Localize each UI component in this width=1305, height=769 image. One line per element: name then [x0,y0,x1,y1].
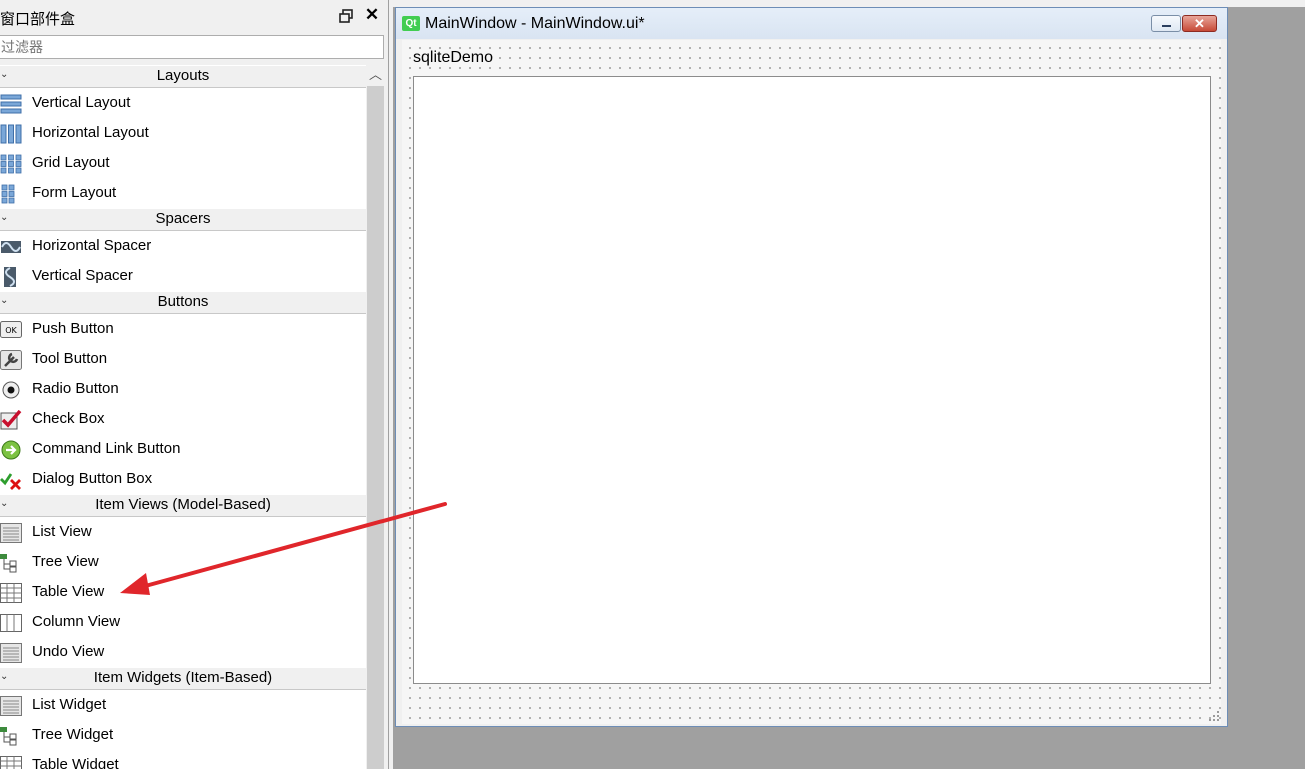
widget-box-titlebar: 窗口部件盒 ✕ [0,6,388,29]
widget-item-label: Radio Button [32,380,119,397]
widget-item[interactable]: Tool Button [0,344,366,374]
widget-item-label: Grid Layout [32,154,110,171]
widget-item[interactable]: Horizontal Spacer [0,231,366,261]
widget-item-label: Tool Button [32,350,108,367]
widget-item-label: Vertical Spacer [32,267,133,284]
menu-item-sqlitedemo[interactable]: sqliteDemo [413,49,496,67]
widget-box-panel: 窗口部件盒 ✕ ⌄ Layouts Vertical Layout Horizonta… [0,0,388,769]
command-link-icon [0,440,22,460]
widget-item[interactable]: Radio Button [0,374,366,404]
widget-box-title: 窗口部件盒 [0,11,76,28]
float-panel-icon[interactable] [339,9,353,23]
scrollbar-thumb[interactable] [367,86,384,769]
tool-button-icon [0,350,22,370]
column-view-icon [0,613,22,633]
widget-item[interactable]: Command Link Button [0,434,366,464]
widget-item[interactable]: Undo View [0,637,366,667]
widget-item[interactable]: OK Push Button [0,314,366,344]
svg-text:OK: OK [5,326,17,335]
widget-item-label: Tree View [32,553,99,570]
category-header[interactable]: ⌄ Buttons [0,291,366,314]
widget-item[interactable]: Check Box [0,404,366,434]
horizontal-layout-icon [0,124,22,144]
widget-item[interactable]: Table View [0,577,366,607]
scroll-up-icon[interactable]: ︿ [366,65,385,85]
horizontal-spacer-icon [0,237,22,257]
undo-view-icon [0,643,22,663]
widget-item-label: Vertical Layout [32,94,131,111]
size-grip-icon[interactable] [1208,710,1220,722]
widget-item[interactable]: Form Layout [0,178,366,208]
list-widget-icon [0,696,22,716]
vertical-layout-icon [0,94,22,114]
minimize-icon [1162,25,1171,27]
qt-logo-icon: Qt [402,16,420,31]
form-canvas[interactable]: sqliteDemo [402,40,1221,724]
check-box-icon [0,409,22,430]
chevron-down-icon: ⌄ [0,295,9,306]
chevron-down-icon: ⌄ [0,69,9,80]
widget-item-label: Table View [32,583,105,600]
widget-item-label: Dialog Button Box [32,470,153,487]
widget-item[interactable]: Column View [0,607,366,637]
widget-item[interactable]: Dialog Button Box [0,464,366,494]
category-label: Layouts [156,67,210,84]
widget-item-label: Command Link Button [32,440,181,457]
widget-item-label: List Widget [32,696,107,713]
vertical-spacer-icon [0,267,22,287]
grid-layout-icon [0,154,22,174]
category-label: Spacers [155,210,211,227]
push-button-icon: OK [0,320,22,340]
category-header[interactable]: ⌄ Spacers [0,208,366,231]
category-header[interactable]: ⌄ Item Widgets (Item-Based) [0,667,366,690]
dialog-button-box-icon [0,470,22,490]
widget-item-label: Horizontal Spacer [32,237,152,254]
mdi-top-strip [393,0,1305,7]
category-header[interactable]: ⌄ Item Views (Model-Based) [0,494,366,517]
widget-item-label: List View [32,523,92,540]
minimize-button[interactable] [1151,15,1181,32]
widget-list: ⌄ Layouts Vertical Layout Horizontal Layout… [0,65,366,769]
widget-item-label: Form Layout [32,184,117,201]
category-label: Buttons [157,293,209,310]
category-label: Item Views (Model-Based) [95,496,271,513]
chevron-down-icon: ⌄ [0,498,9,509]
category-header[interactable]: ⌄ Layouts [0,65,366,88]
widget-item[interactable]: Grid Layout [0,148,366,178]
widget-item[interactable]: Tree Widget [0,720,366,750]
central-widget[interactable] [413,76,1211,684]
form-window: Qt MainWindow - MainWindow.ui* ✕ sqliteD… [395,7,1228,727]
widget-item[interactable]: Tree View [0,547,366,577]
tree-widget-icon [0,726,22,746]
chevron-down-icon: ⌄ [0,671,9,682]
close-icon[interactable]: ✕ [364,6,380,23]
widget-item[interactable]: Table Widget [0,750,366,769]
widget-item-label: Check Box [32,410,105,427]
tree-view-icon [0,553,22,573]
category-label: Item Widgets (Item-Based) [93,669,273,686]
widget-item[interactable]: Vertical Layout [0,88,366,118]
widget-item-label: Horizontal Layout [32,124,149,141]
form-window-title: MainWindow - MainWindow.ui* [425,15,645,32]
table-widget-icon [0,756,22,769]
widget-item-label: Table Widget [32,756,119,769]
widget-item[interactable]: List Widget [0,690,366,720]
list-view-icon [0,523,22,543]
form-layout-icon [0,184,22,204]
widget-list-scrollbar[interactable]: ︿ [366,65,385,769]
radio-button-icon [0,380,22,400]
widget-item-label: Push Button [32,320,114,337]
close-window-button[interactable]: ✕ [1182,15,1217,32]
chevron-down-icon: ⌄ [0,212,9,223]
form-window-titlebar[interactable]: Qt MainWindow - MainWindow.ui* ✕ [396,8,1227,39]
filter-input[interactable] [0,35,384,59]
widget-item[interactable]: Vertical Spacer [0,261,366,291]
widget-item[interactable]: List View [0,517,366,547]
widget-item-label: Undo View [32,643,105,660]
widget-item[interactable]: Horizontal Layout [0,118,366,148]
close-icon: ✕ [1194,16,1205,31]
widget-item-label: Tree Widget [32,726,114,743]
table-view-icon [0,583,22,603]
widget-item-label: Column View [32,613,121,630]
